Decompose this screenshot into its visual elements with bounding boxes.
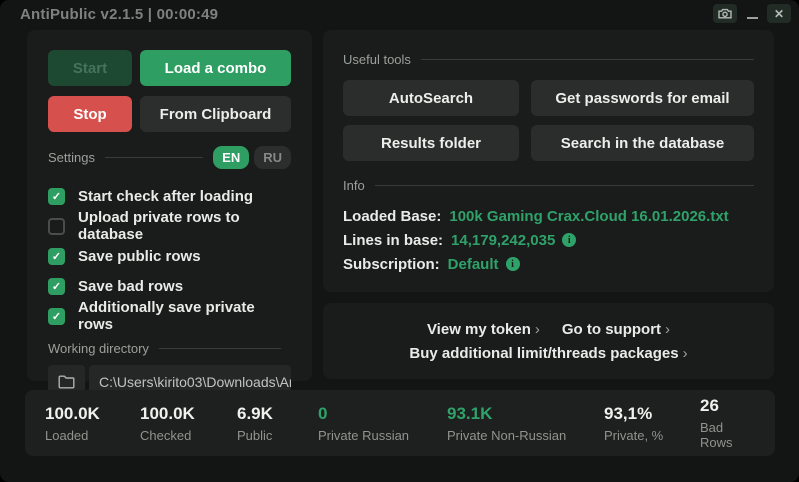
title-bar: AntiPublic v2.1.5 | 00:00:49 ✕ (0, 0, 799, 28)
stat-label: Private Russian (318, 428, 447, 443)
loaded-base-value: 100k Gaming Crax.Cloud 16.01.2026.txt (449, 208, 728, 225)
stat-bad-rows: 26 Bad Rows (700, 396, 755, 450)
checkbox-checked-icon: ✓ (48, 188, 65, 205)
screenshot-button[interactable] (713, 4, 737, 23)
settings-label: Settings (48, 150, 95, 165)
stat-value: 6.9K (237, 404, 318, 424)
app-window: AntiPublic v2.1.5 | 00:00:49 ✕ Start Loa… (0, 0, 799, 482)
checkbox-save-bad-rows[interactable]: ✓ Save bad rows (48, 271, 291, 301)
stat-private-percent: 93,1% Private, % (604, 404, 700, 443)
checkbox-save-private-rows[interactable]: ✓ Additionally save private rows (48, 301, 291, 331)
tools-info-panel: Useful tools AutoSearch Get passwords fo… (323, 30, 774, 292)
search-database-button[interactable]: Search in the database (531, 125, 754, 161)
view-token-text: View my token (427, 321, 531, 338)
stat-label: Bad Rows (700, 420, 755, 450)
divider (105, 157, 203, 158)
lines-in-base-label: Lines in base: (343, 232, 443, 249)
info-label: Info (343, 178, 365, 193)
get-passwords-button[interactable]: Get passwords for email (531, 80, 754, 116)
stat-public: 6.9K Public (237, 404, 318, 443)
working-directory-label: Working directory (48, 341, 149, 356)
checkbox-checked-icon: ✓ (48, 278, 65, 295)
window-controls: ✕ (713, 4, 791, 23)
chevron-right-icon: › (683, 345, 688, 362)
support-link[interactable]: Go to support› (562, 321, 670, 338)
info-icon[interactable]: i (562, 233, 576, 247)
useful-tools-label: Useful tools (343, 52, 411, 67)
support-text: Go to support (562, 321, 661, 338)
checkbox-label: Save bad rows (78, 278, 183, 295)
checkbox-checked-icon: ✓ (48, 248, 65, 265)
divider (159, 348, 281, 349)
view-token-link[interactable]: View my token› (427, 321, 540, 338)
chevron-right-icon: › (535, 321, 540, 338)
info-icon[interactable]: i (506, 257, 520, 271)
stat-label: Checked (140, 428, 237, 443)
checkbox-label: Additionally save private rows (78, 299, 291, 333)
checkbox-label: Start check after loading (78, 188, 253, 205)
language-ru-toggle[interactable]: RU (254, 146, 291, 169)
stat-loaded: 100.0K Loaded (45, 404, 140, 443)
links-panel: View my token› Go to support› Buy additi… (323, 303, 774, 379)
divider (421, 59, 754, 60)
stats-bar: 100.0K Loaded 100.0K Checked 6.9K Public… (25, 390, 775, 456)
stat-value: 93.1K (447, 404, 604, 424)
autosearch-button[interactable]: AutoSearch (343, 80, 519, 116)
checkbox-save-public-rows[interactable]: ✓ Save public rows (48, 241, 291, 271)
window-title: AntiPublic v2.1.5 | 00:00:49 (20, 6, 218, 23)
checkbox-upload-private-rows[interactable]: Upload private rows to database (48, 211, 291, 241)
divider (375, 185, 754, 186)
stat-value: 93,1% (604, 404, 700, 424)
stat-label: Private, % (604, 428, 700, 443)
subscription-value: Default (448, 256, 499, 273)
results-folder-button[interactable]: Results folder (343, 125, 519, 161)
minimize-button[interactable] (744, 4, 760, 23)
start-button[interactable]: Start (48, 50, 132, 86)
checkbox-checked-icon: ✓ (48, 308, 65, 325)
camera-icon (718, 8, 732, 19)
stop-button[interactable]: Stop (48, 96, 132, 132)
lines-in-base-row: Lines in base: 14,179,242,035 i (343, 228, 754, 252)
close-button[interactable]: ✕ (767, 4, 791, 23)
control-panel: Start Load a combo Stop From Clipboard S… (27, 30, 312, 381)
stat-value: 26 (700, 396, 755, 416)
checkbox-label: Save public rows (78, 248, 201, 265)
checkbox-start-check-after-loading[interactable]: ✓ Start check after loading (48, 181, 291, 211)
loaded-base-row: Loaded Base: 100k Gaming Crax.Cloud 16.0… (343, 204, 754, 228)
loaded-base-label: Loaded Base: (343, 208, 441, 225)
buy-packages-text: Buy additional limit/threads packages (409, 345, 678, 362)
checkbox-label: Upload private rows to database (78, 209, 291, 243)
minimize-icon (747, 17, 758, 19)
subscription-row: Subscription: Default i (343, 252, 754, 276)
buy-packages-link[interactable]: Buy additional limit/threads packages › (409, 345, 687, 362)
stat-value: 100.0K (45, 404, 140, 424)
from-clipboard-button[interactable]: From Clipboard (140, 96, 291, 132)
folder-icon (58, 375, 75, 389)
chevron-right-icon: › (665, 321, 670, 338)
stat-value: 0 (318, 404, 447, 424)
stat-label: Private Non-Russian (447, 428, 604, 443)
close-icon: ✕ (774, 7, 784, 21)
stat-label: Public (237, 428, 318, 443)
stat-private-russian: 0 Private Russian (318, 404, 447, 443)
language-en-toggle[interactable]: EN (213, 146, 249, 169)
load-combo-button[interactable]: Load a combo (140, 50, 291, 86)
stat-checked: 100.0K Checked (140, 404, 237, 443)
checkbox-unchecked-icon (48, 218, 65, 235)
stat-value: 100.0K (140, 404, 237, 424)
subscription-label: Subscription: (343, 256, 440, 273)
lines-in-base-value: 14,179,242,035 (451, 232, 555, 249)
stat-label: Loaded (45, 428, 140, 443)
stat-private-non-russian: 93.1K Private Non-Russian (447, 404, 604, 443)
